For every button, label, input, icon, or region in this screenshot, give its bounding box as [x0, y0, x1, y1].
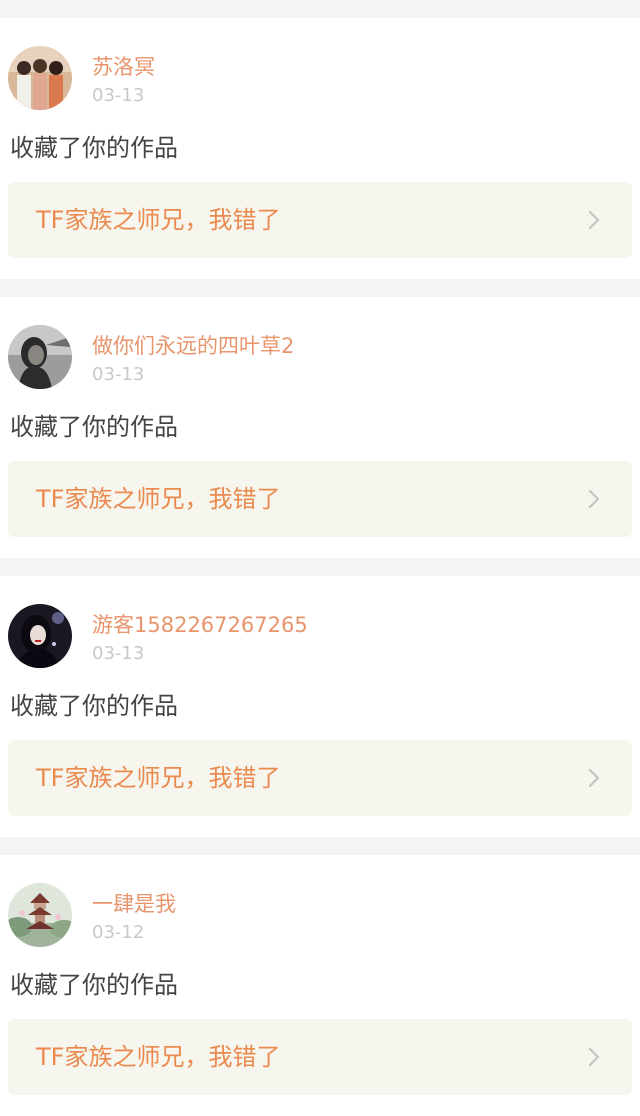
work-link[interactable]: TF家族之师兄，我错了 [8, 461, 632, 537]
avatar[interactable] [8, 883, 72, 947]
notification-card: 一肆是我 03-12 收藏了你的作品 TF家族之师兄，我错了 [0, 855, 640, 1116]
notification-card: 游客1582267267265 03-13 收藏了你的作品 TF家族之师兄，我错… [0, 576, 640, 837]
avatar[interactable] [8, 325, 72, 389]
action-text: 收藏了你的作品 [10, 971, 178, 999]
action-text: 收藏了你的作品 [10, 692, 178, 720]
username[interactable]: 一肆是我 [92, 891, 176, 917]
work-link[interactable]: TF家族之师兄，我错了 [8, 182, 632, 258]
notification-card: 做你们永远的四叶草2 03-13 收藏了你的作品 TF家族之师兄，我错了 [0, 297, 640, 558]
chevron-right-icon [588, 1047, 600, 1067]
timestamp: 03-12 [92, 922, 145, 943]
notification-list: 苏洛冥 03-13 收藏了你的作品 TF家族之师兄，我错了 做你们永远的四叶草2… [0, 0, 640, 1116]
separator [0, 837, 640, 855]
timestamp: 03-13 [92, 85, 145, 106]
work-title: TF家族之师兄，我错了 [36, 764, 281, 792]
pagoda-landscape-avatar-icon [8, 883, 72, 947]
work-title: TF家族之师兄，我错了 [36, 206, 281, 234]
avatar[interactable] [8, 46, 72, 110]
chevron-right-icon [588, 489, 600, 509]
work-title: TF家族之师兄，我错了 [36, 485, 281, 513]
separator [0, 279, 640, 297]
dark-portrait-avatar-icon [8, 604, 72, 668]
timestamp: 03-13 [92, 364, 145, 385]
username[interactable]: 游客1582267267265 [92, 612, 308, 638]
work-link[interactable]: TF家族之师兄，我错了 [8, 740, 632, 816]
portrait-avatar-icon [8, 325, 72, 389]
username[interactable]: 做你们永远的四叶草2 [92, 333, 294, 359]
chevron-right-icon [588, 210, 600, 230]
notification-card: 苏洛冥 03-13 收藏了你的作品 TF家族之师兄，我错了 [0, 18, 640, 279]
work-title: TF家族之师兄，我错了 [36, 1043, 281, 1071]
chevron-right-icon [588, 768, 600, 788]
separator [0, 558, 640, 576]
work-link[interactable]: TF家族之师兄，我错了 [8, 1019, 632, 1095]
separator [0, 0, 640, 18]
action-text: 收藏了你的作品 [10, 134, 178, 162]
action-text: 收藏了你的作品 [10, 413, 178, 441]
timestamp: 03-13 [92, 643, 145, 664]
group-photo-avatar-icon [8, 46, 72, 110]
avatar[interactable] [8, 604, 72, 668]
username[interactable]: 苏洛冥 [92, 54, 155, 80]
